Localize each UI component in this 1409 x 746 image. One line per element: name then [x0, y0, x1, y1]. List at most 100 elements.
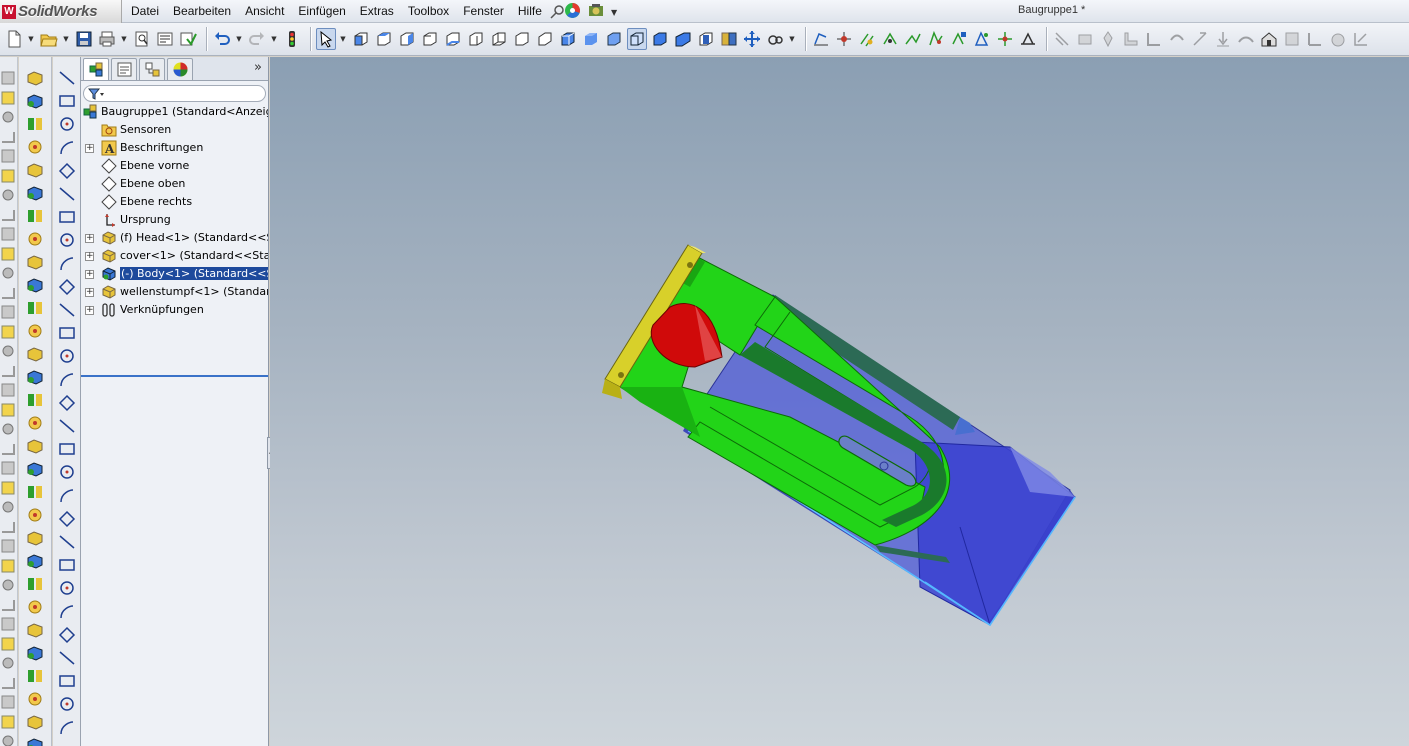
- command-tool-icon[interactable]: [58, 278, 76, 296]
- command-tool-icon[interactable]: [58, 92, 76, 110]
- mate-tangent-button[interactable]: [903, 28, 923, 50]
- symmetry-check-button[interactable]: [1305, 28, 1325, 50]
- command-tool-icon[interactable]: [0, 342, 18, 360]
- statistics-button[interactable]: [1144, 28, 1164, 50]
- command-tool-icon[interactable]: [0, 128, 18, 146]
- mass-properties-button[interactable]: [1075, 28, 1095, 50]
- undercut-button[interactable]: [1236, 28, 1256, 50]
- command-tool-icon[interactable]: [0, 459, 18, 477]
- command-tool-icon[interactable]: [58, 347, 76, 365]
- command-tool-icon[interactable]: [0, 732, 18, 746]
- command-tool-icon[interactable]: [26, 644, 44, 662]
- command-tool-icon[interactable]: [0, 147, 18, 165]
- section-view-button[interactable]: [696, 28, 716, 50]
- command-tool-icon[interactable]: [26, 69, 44, 87]
- command-tool-icon[interactable]: [26, 161, 44, 179]
- hidden-lines-removed-button[interactable]: [604, 28, 624, 50]
- command-tool-icon[interactable]: [26, 276, 44, 294]
- menu-ansicht[interactable]: Ansicht: [238, 0, 291, 23]
- mate-angle-button[interactable]: [972, 28, 992, 50]
- draft-analysis-button[interactable]: [1213, 28, 1233, 50]
- new-document-dropdown[interactable]: ▼: [27, 28, 35, 50]
- command-tool-icon[interactable]: [0, 264, 18, 282]
- command-tool-icon[interactable]: [26, 299, 44, 317]
- view-left-button[interactable]: [397, 28, 417, 50]
- tab-featuremanager[interactable]: [83, 58, 109, 80]
- view-orientation-button[interactable]: [719, 28, 739, 50]
- command-tool-icon[interactable]: [0, 596, 18, 614]
- command-tool-icon[interactable]: [26, 115, 44, 133]
- command-tool-icon[interactable]: [58, 139, 76, 157]
- command-tool-icon[interactable]: [58, 626, 76, 644]
- command-tool-icon[interactable]: [26, 575, 44, 593]
- open-button[interactable]: [39, 28, 59, 50]
- tree-item-right-plane[interactable]: Ebene rechts: [81, 193, 268, 211]
- command-tool-icon[interactable]: [58, 417, 76, 435]
- command-tool-icon[interactable]: [26, 667, 44, 685]
- command-tool-icon[interactable]: [58, 556, 76, 574]
- chevron-down-icon[interactable]: ▼: [611, 8, 617, 17]
- command-tool-icon[interactable]: [0, 401, 18, 419]
- view-top-button[interactable]: [443, 28, 463, 50]
- command-tool-icon[interactable]: [58, 463, 76, 481]
- command-tool-icon[interactable]: [0, 186, 18, 204]
- command-tool-icon[interactable]: [0, 557, 18, 575]
- command-tool-icon[interactable]: [26, 621, 44, 639]
- tree-filter[interactable]: [83, 85, 266, 102]
- tree-item-head[interactable]: + (f) Head<1> (Standard<<Star: [81, 229, 268, 247]
- sketch-plane-button[interactable]: [811, 28, 831, 50]
- undo-button[interactable]: [212, 28, 232, 50]
- command-tool-icon[interactable]: [0, 635, 18, 653]
- command-tool-icon[interactable]: [58, 487, 76, 505]
- command-tool-icon[interactable]: [0, 479, 18, 497]
- move-component-button[interactable]: [742, 28, 762, 50]
- command-tool-icon[interactable]: [26, 368, 44, 386]
- sensor-button[interactable]: [1121, 28, 1141, 50]
- command-tool-icon[interactable]: [0, 498, 18, 516]
- command-tool-icon[interactable]: [58, 649, 76, 667]
- command-tool-icon[interactable]: [58, 672, 76, 690]
- print-button[interactable]: [97, 28, 117, 50]
- view-bottom-button[interactable]: [466, 28, 486, 50]
- select-dropdown[interactable]: ▼: [339, 28, 347, 50]
- save-button[interactable]: [74, 28, 94, 50]
- command-tool-icon[interactable]: [0, 576, 18, 594]
- view-front-button[interactable]: [351, 28, 371, 50]
- section-properties-button[interactable]: [1098, 28, 1118, 50]
- command-tool-icon[interactable]: [26, 345, 44, 363]
- pin-icon[interactable]: [549, 4, 565, 20]
- command-tool-icon[interactable]: [58, 324, 76, 342]
- hidden-lines-visible-button[interactable]: [627, 28, 647, 50]
- geometry-analysis-button[interactable]: [1190, 28, 1210, 50]
- command-tool-icon[interactable]: [0, 69, 18, 87]
- command-tool-icon[interactable]: [58, 115, 76, 133]
- command-tool-icon[interactable]: [0, 108, 18, 126]
- rotate-view-button[interactable]: [765, 28, 785, 50]
- command-tool-icon[interactable]: [0, 303, 18, 321]
- menu-extras[interactable]: Extras: [353, 0, 401, 23]
- mate-parallel-button[interactable]: [857, 28, 877, 50]
- command-tool-icon[interactable]: [0, 713, 18, 731]
- command-tool-icon[interactable]: [26, 253, 44, 271]
- tree-item-body[interactable]: + (-) Body<1> (Standard<<Star: [81, 265, 268, 283]
- undo-dropdown[interactable]: ▼: [235, 28, 243, 50]
- command-tool-icon[interactable]: [58, 695, 76, 713]
- command-tool-icon[interactable]: [26, 506, 44, 524]
- open-dropdown[interactable]: ▼: [62, 28, 70, 50]
- tree-item-sensors[interactable]: Sensoren: [81, 121, 268, 139]
- tree-item-top-plane[interactable]: Ebene oben: [81, 175, 268, 193]
- mate-perpendicular-button[interactable]: [880, 28, 900, 50]
- command-tool-icon[interactable]: [26, 598, 44, 616]
- tree-item-mates[interactable]: + Verknüpfungen: [81, 301, 268, 319]
- view-trimetric-button[interactable]: [512, 28, 532, 50]
- mate-width-button[interactable]: [1018, 28, 1038, 50]
- command-tool-icon[interactable]: [58, 162, 76, 180]
- tree-item-assembly[interactable]: Baugruppe1 (Standard<Anzeigest: [81, 103, 268, 121]
- menu-hilfe[interactable]: Hilfe: [511, 0, 549, 23]
- redo-button[interactable]: [247, 28, 267, 50]
- color-wheel-icon[interactable]: [564, 2, 581, 22]
- menu-einfuegen[interactable]: Einfügen: [291, 0, 352, 23]
- app-logo[interactable]: W SolidWorks: [0, 0, 122, 23]
- mate-concentric-button[interactable]: [926, 28, 946, 50]
- tab-configurationmanager[interactable]: [139, 58, 165, 80]
